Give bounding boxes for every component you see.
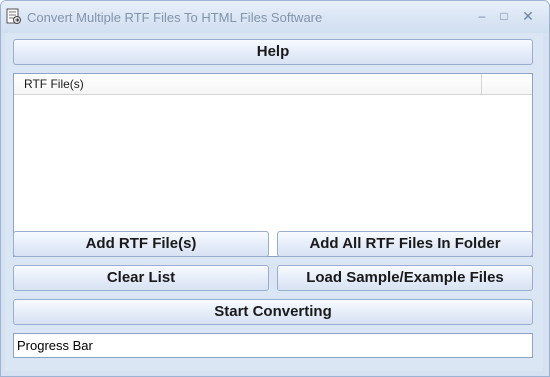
- maximize-button[interactable]: □: [493, 7, 515, 25]
- minimize-button[interactable]: –: [471, 7, 493, 25]
- close-button[interactable]: ✕: [517, 7, 539, 25]
- load-sample-button[interactable]: Load Sample/Example Files: [277, 265, 533, 291]
- clear-list-button[interactable]: Clear List: [13, 265, 269, 291]
- add-folder-button[interactable]: Add All RTF Files In Folder: [277, 231, 533, 257]
- main-panel: Help RTF File(s) Add RTF File(s) Add All…: [5, 33, 543, 371]
- list-header: RTF File(s): [14, 74, 532, 95]
- window-title: Convert Multiple RTF Files To HTML Files…: [27, 10, 323, 25]
- title-bar[interactable]: Convert Multiple RTF Files To HTML Files…: [1, 1, 549, 33]
- app-window: Convert Multiple RTF Files To HTML Files…: [0, 0, 550, 377]
- start-converting-button[interactable]: Start Converting: [13, 299, 533, 325]
- file-list[interactable]: RTF File(s): [13, 73, 533, 257]
- column-header-rtf-files[interactable]: RTF File(s): [14, 74, 482, 94]
- progress-bar: Progress Bar: [13, 333, 533, 358]
- help-button[interactable]: Help: [13, 39, 533, 65]
- add-files-button[interactable]: Add RTF File(s): [13, 231, 269, 257]
- document-convert-icon[interactable]: [6, 8, 21, 25]
